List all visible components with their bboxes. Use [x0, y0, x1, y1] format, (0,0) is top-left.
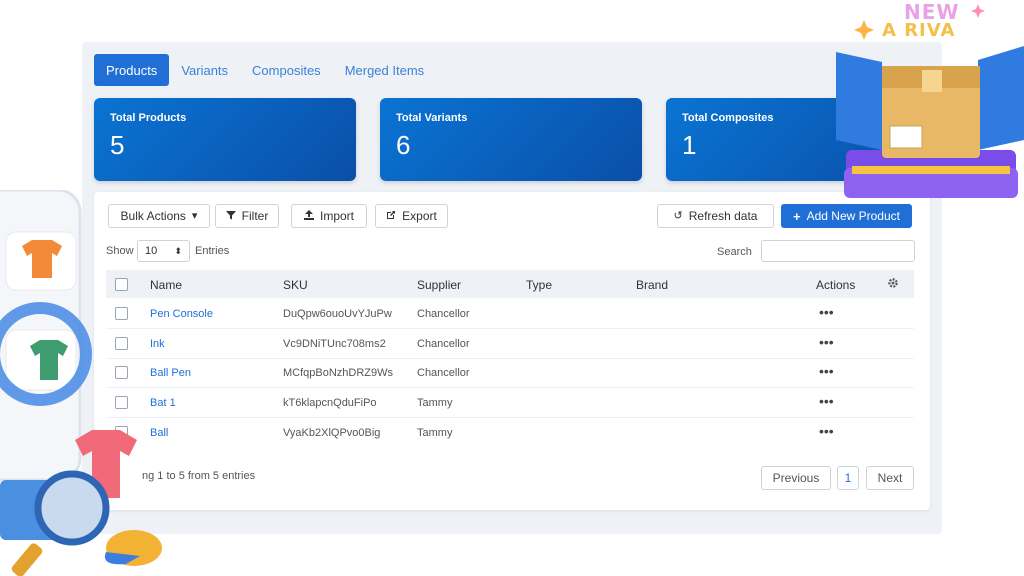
sku-cell: Vc9DNiTUnc708ms2 [283, 338, 386, 350]
sku-cell: VyaKb2XlQPvo0Big [283, 427, 381, 439]
tab-merged-items[interactable]: Merged Items [333, 54, 436, 86]
column-brand[interactable]: Brand [636, 278, 668, 292]
search-label: Search [717, 246, 752, 258]
column-sku[interactable]: SKU [283, 278, 308, 292]
table-row: Ball VyaKb2XlQPvo0Big Tammy ••• [106, 418, 914, 448]
supplier-cell: Tammy [417, 427, 453, 439]
row-actions-menu-icon[interactable]: ••• [819, 334, 834, 350]
sku-cell: kT6klapcnQduFiPo [283, 397, 377, 409]
add-new-product-label: Add New Product [806, 209, 900, 223]
next-page-button[interactable]: Next [866, 466, 914, 490]
inventory-panel: Products Variants Composites Merged Item… [82, 42, 942, 534]
caret-down-icon: ▾ [191, 209, 198, 222]
add-new-product-button[interactable]: + Add New Product [781, 204, 912, 228]
sku-cell: MCfqpBoNzhDRZ9Ws [283, 367, 394, 379]
filter-button[interactable]: Filter [215, 204, 279, 228]
table-header: Name SKU Supplier Type Brand Actions [106, 270, 914, 298]
sort-arrows-icon: ⬍ [174, 245, 182, 256]
sku-cell: DuQpw6ouoUvYJuPw [283, 308, 392, 320]
search-input[interactable] [761, 240, 915, 262]
import-button[interactable]: Import [291, 204, 367, 228]
column-actions: Actions [816, 278, 856, 292]
refresh-data-button[interactable]: ↺ Refresh data [657, 204, 774, 228]
new-arrival-illustration: NEW A RIVA [836, 0, 1024, 200]
import-label: Import [319, 209, 354, 223]
tab-variants[interactable]: Variants [169, 54, 240, 86]
row-actions-menu-icon[interactable]: ••• [819, 304, 834, 320]
refresh-icon: ↺ [673, 209, 683, 222]
export-button[interactable]: Export [375, 204, 448, 228]
entries-label: Entries [195, 245, 230, 257]
card-total-products: Total Products 5 [94, 98, 356, 181]
table-row: Ink Vc9DNiTUnc708ms2 Chancellor ••• [106, 329, 914, 359]
column-type[interactable]: Type [526, 278, 552, 292]
previous-page-button[interactable]: Previous [761, 466, 831, 490]
export-label: Export [402, 209, 437, 223]
shopping-illustration [0, 190, 162, 576]
tab-bar: Products Variants Composites Merged Item… [94, 54, 436, 86]
summary-cards: Total Products 5 Total Variants 6 Total … [94, 98, 928, 181]
gear-icon[interactable] [887, 277, 899, 292]
table-row: Pen Console DuQpw6ouoUvYJuPw Chancellor … [106, 299, 914, 329]
tab-composites[interactable]: Composites [240, 54, 333, 86]
row-actions-menu-icon[interactable]: ••• [819, 423, 834, 439]
card-label: Total Products [110, 112, 187, 124]
card-total-variants: Total Variants 6 [380, 98, 642, 181]
supplier-cell: Tammy [417, 397, 453, 409]
table-row: Bat 1 kT6klapcnQduFiPo Tammy ••• [106, 388, 914, 418]
filter-icon [225, 210, 236, 223]
supplier-cell: Chancellor [417, 338, 470, 350]
refresh-label: Refresh data [688, 209, 758, 223]
supplier-cell: Chancellor [417, 367, 470, 379]
page-1-button[interactable]: 1 [837, 466, 859, 490]
table-row: Ball Pen MCfqpBoNzhDRZ9Ws Chancellor ••• [106, 358, 914, 388]
external-link-icon [386, 210, 396, 223]
plus-icon: + [793, 208, 801, 224]
filter-label: Filter [241, 209, 269, 223]
tab-products[interactable]: Products [94, 54, 170, 86]
supplier-cell: Chancellor [417, 308, 470, 320]
arrival-badge-text: A RIVA [882, 20, 956, 41]
screen: Products Variants Composites Merged Item… [0, 0, 1024, 576]
card-label: Total Variants [396, 112, 468, 124]
row-actions-menu-icon[interactable]: ••• [819, 363, 834, 379]
row-actions-menu-icon[interactable]: ••• [819, 393, 834, 409]
column-supplier[interactable]: Supplier [417, 278, 461, 292]
card-value: 5 [110, 130, 125, 160]
card-value: 6 [396, 130, 411, 160]
upload-icon [303, 209, 314, 223]
products-table-panel: Bulk Actions ▾ Filter Import Export ↺ Re… [94, 192, 930, 510]
